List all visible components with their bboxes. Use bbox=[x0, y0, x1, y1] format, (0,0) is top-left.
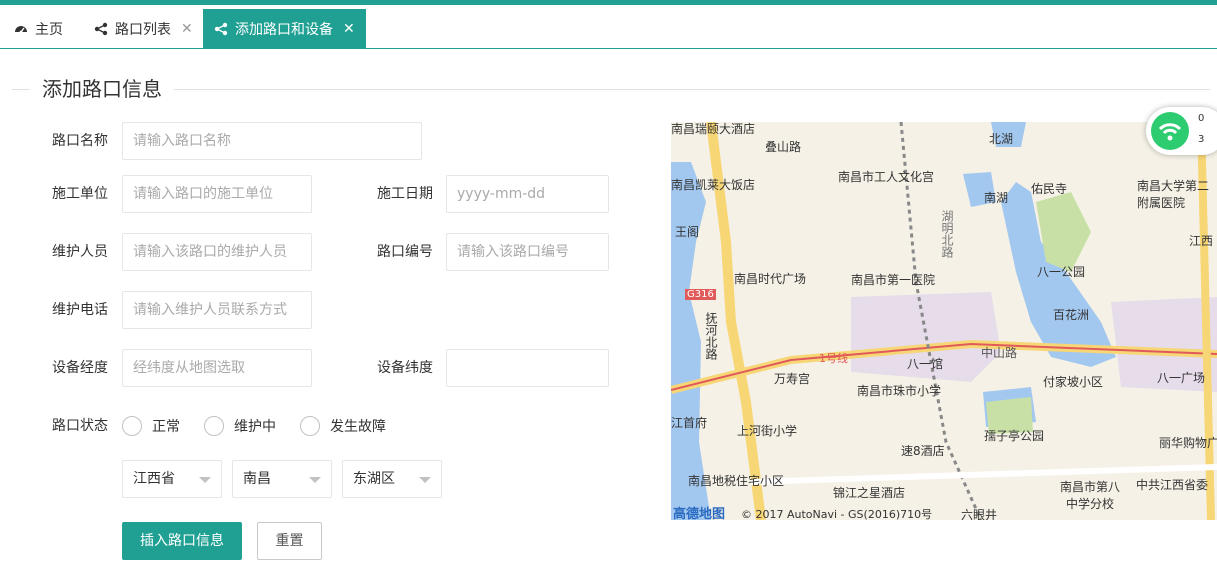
maintainer-input[interactable]: 请输入该路口的维护人员 bbox=[122, 233, 312, 271]
tab-add-intersection[interactable]: 添加路口和设备 ✕ bbox=[203, 9, 366, 49]
share-icon bbox=[94, 22, 108, 36]
tab-intersection-list[interactable]: 路口列表 ✕ bbox=[80, 9, 202, 49]
map-label: 八一馆 bbox=[907, 357, 944, 371]
unit-input[interactable]: 请输入路口的施工单位 bbox=[122, 175, 312, 213]
map-label: 江首府 bbox=[671, 416, 708, 430]
status-radio-normal[interactable]: 正常 bbox=[122, 414, 180, 438]
radio-label: 发生故障 bbox=[330, 419, 386, 435]
city-value: 南昌 bbox=[243, 471, 271, 487]
section-header: 添加路口信息 bbox=[12, 74, 1210, 104]
tab-add-intersection-label: 添加路口和设备 bbox=[235, 22, 333, 38]
district-select[interactable]: 东湖区 bbox=[342, 460, 442, 498]
tab-bar: 主页 路口列表 ✕ 添加路口和设备 ✕ bbox=[0, 5, 1217, 49]
map-label: 八一公园 bbox=[1037, 265, 1086, 279]
map-label: 速8酒店 bbox=[901, 444, 945, 458]
map-label: 佑民寺 bbox=[1031, 182, 1068, 196]
status-radio-maintenance[interactable]: 维护中 bbox=[204, 414, 276, 438]
city-select[interactable]: 南昌 bbox=[232, 460, 332, 498]
network-widget[interactable]: 0 3 bbox=[1146, 107, 1217, 155]
map-label: 万寿宫 bbox=[774, 372, 811, 386]
province-select[interactable]: 江西省 bbox=[122, 460, 222, 498]
reset-button[interactable]: 重置 bbox=[257, 522, 322, 560]
map-label: 丽华购物广 bbox=[1159, 436, 1217, 450]
phone-input[interactable]: 请输入维护人员联系方式 bbox=[122, 291, 312, 329]
map-label: 百花洲 bbox=[1053, 308, 1090, 322]
wifi-icon bbox=[1151, 112, 1189, 150]
latitude-input[interactable] bbox=[446, 349, 609, 387]
phone-label: 维护电话 bbox=[52, 302, 108, 318]
status-label: 路口状态 bbox=[52, 418, 108, 434]
share-icon bbox=[214, 22, 228, 36]
map-label: 1号线 bbox=[819, 352, 848, 365]
radio-label: 维护中 bbox=[234, 419, 276, 435]
map-label: 中山路 bbox=[981, 346, 1018, 360]
unit-label: 施工单位 bbox=[52, 186, 108, 202]
name-label: 路口名称 bbox=[52, 133, 108, 149]
map-label: 南昌地税住宅小区 bbox=[688, 474, 785, 488]
code-label: 路口编号 bbox=[377, 244, 433, 260]
tab-home[interactable]: 主页 bbox=[0, 9, 80, 49]
amap-logo: 高德地图 bbox=[673, 507, 726, 520]
tab-intersection-list-label: 路口列表 bbox=[115, 22, 171, 38]
map-label: 中共江西省委 bbox=[1136, 478, 1209, 492]
latitude-label: 设备纬度 bbox=[377, 360, 433, 376]
dashboard-icon bbox=[15, 26, 27, 34]
date-input[interactable]: yyyy-mm-dd bbox=[446, 175, 609, 213]
radio-label: 正常 bbox=[152, 419, 180, 435]
tab-home-label: 主页 bbox=[35, 22, 63, 38]
highway-badge: G316 bbox=[685, 289, 716, 300]
map-label: 湖明北路 bbox=[940, 210, 954, 258]
map-label: 南昌凯莱大饭店 bbox=[671, 178, 756, 192]
district-value: 东湖区 bbox=[353, 471, 395, 487]
map-label: 南昌瑞颐大酒店 bbox=[671, 122, 756, 136]
maintainer-label: 维护人员 bbox=[52, 244, 108, 260]
divider bbox=[12, 89, 1210, 90]
code-input[interactable]: 请输入该路口编号 bbox=[446, 233, 609, 271]
map-view[interactable]: 南昌瑞颐大酒店 叠山路 北湖 南昌市工人文化宫 南昌凯莱大饭店 南湖 佑民寺 南… bbox=[671, 122, 1217, 520]
map-label: 付家坡小区 bbox=[1043, 375, 1104, 389]
chevron-down-icon bbox=[419, 477, 431, 483]
map-label: 南昌大学第二附属医院 bbox=[1137, 179, 1210, 210]
name-input[interactable]: 请输入路口名称 bbox=[122, 122, 422, 160]
close-icon[interactable]: ✕ bbox=[343, 21, 355, 37]
map-label: 叠山路 bbox=[765, 140, 802, 154]
province-value: 江西省 bbox=[133, 471, 175, 487]
map-label: 南昌市珠市小学 bbox=[857, 384, 942, 398]
radio-circle-icon bbox=[204, 416, 224, 436]
date-label: 施工日期 bbox=[377, 186, 433, 202]
longitude-label: 设备经度 bbox=[52, 360, 108, 376]
radio-circle-icon bbox=[300, 416, 320, 436]
map-label: 上河街小学 bbox=[737, 424, 798, 438]
map-label: 南昌市第八中学分校 bbox=[1059, 480, 1120, 511]
map-label: 锦江之星酒店 bbox=[833, 486, 906, 500]
widget-upload: 0 bbox=[1198, 113, 1205, 124]
longitude-input[interactable]: 经纬度从地图选取 bbox=[122, 349, 312, 387]
map-label: 六眼井 bbox=[961, 508, 998, 520]
map-label: 南昌时代广场 bbox=[734, 272, 807, 286]
map-label: 南昌市第一医院 bbox=[851, 273, 936, 287]
section-title: 添加路口信息 bbox=[30, 74, 174, 104]
map-label: 抚河北路 bbox=[704, 312, 718, 360]
status-radio-fault[interactable]: 发生故障 bbox=[300, 414, 386, 438]
chevron-down-icon bbox=[199, 477, 211, 483]
map-label: 南湖 bbox=[984, 191, 1009, 205]
insert-button[interactable]: 插入路口信息 bbox=[122, 522, 242, 560]
map-copyright: © 2017 AutoNavi - GS(2016)710号 bbox=[741, 508, 933, 520]
chevron-down-icon bbox=[309, 477, 321, 483]
map-label: 南昌市工人文化宫 bbox=[838, 170, 935, 184]
map-label: 八一广场 bbox=[1157, 371, 1206, 385]
map-label: 北湖 bbox=[989, 132, 1014, 146]
widget-download: 3 bbox=[1198, 134, 1205, 145]
close-icon[interactable]: ✕ bbox=[181, 21, 193, 37]
map-label: 孺子亭公园 bbox=[984, 429, 1045, 443]
radio-circle-icon bbox=[122, 416, 142, 436]
map-label: 江西 bbox=[1189, 234, 1214, 248]
map-label: 王阁 bbox=[675, 225, 700, 239]
